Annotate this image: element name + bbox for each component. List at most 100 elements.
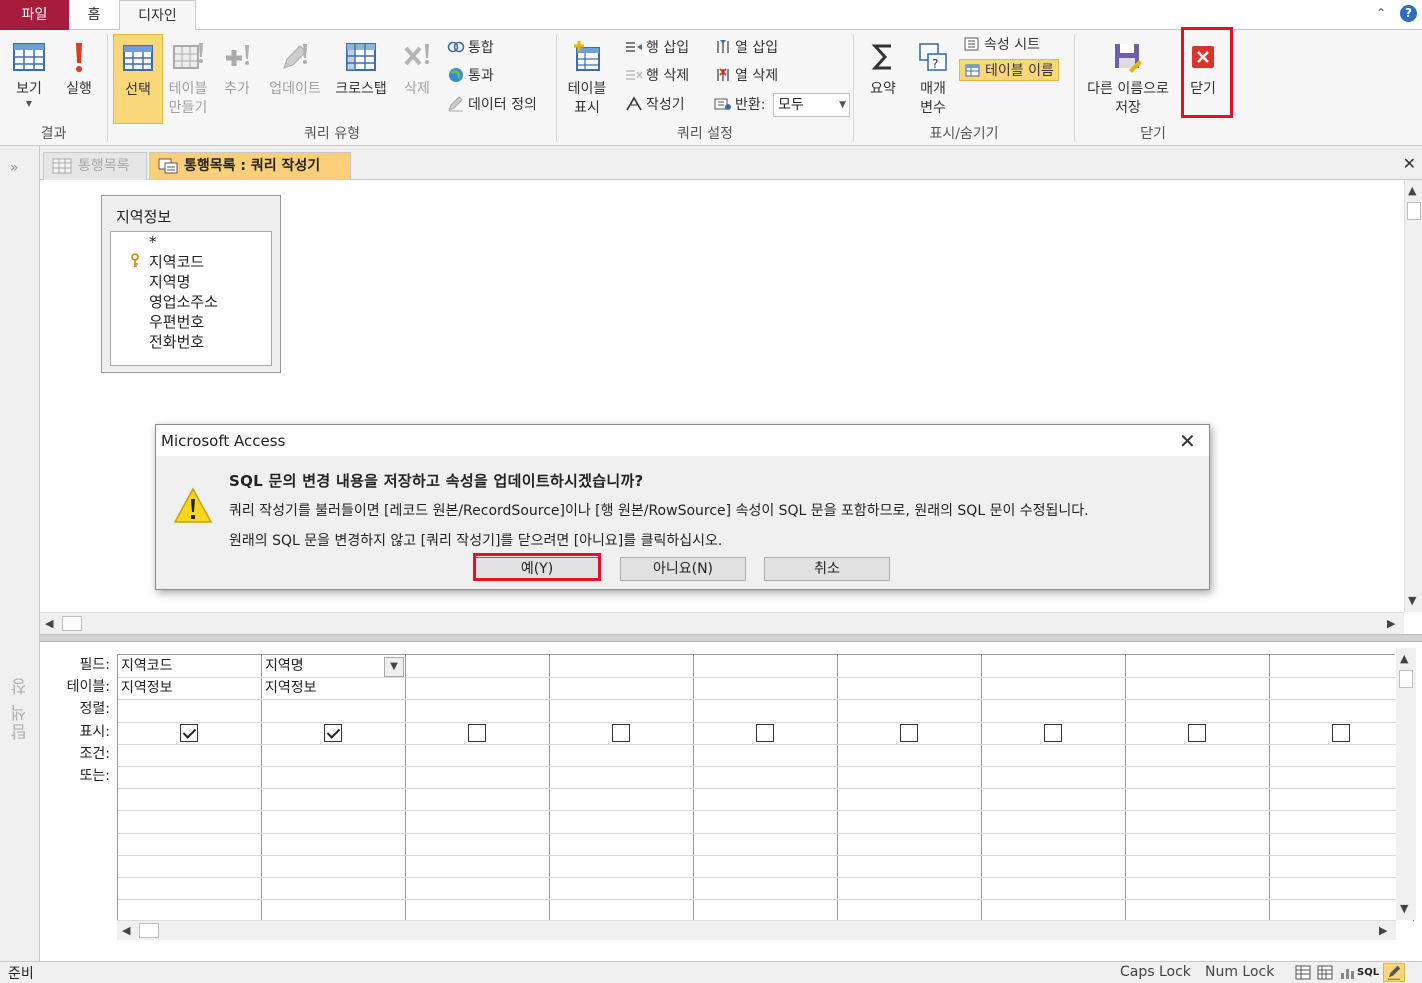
make-table-button[interactable]: 테이블 만들기 xyxy=(164,34,212,119)
show-table-button[interactable]: 테이블 표시 xyxy=(562,34,612,119)
exclamation-icon xyxy=(76,43,82,72)
help-icon[interactable]: ? xyxy=(1400,5,1417,22)
grid-cell-field-2[interactable]: 지역명 xyxy=(262,655,382,677)
show-checkbox[interactable] xyxy=(324,724,342,742)
query-icon xyxy=(158,158,178,174)
caps-lock-indicator: Caps Lock xyxy=(1120,964,1191,980)
field-list-item[interactable]: 영업소주소 xyxy=(149,292,218,312)
scroll-left-icon[interactable]: ◀ xyxy=(122,924,130,937)
field-list-window[interactable]: 지역정보 * 지역코드 지역명 영업소주소 우편번호 전화번호 xyxy=(101,195,281,373)
scrollbar-thumb[interactable] xyxy=(139,923,159,938)
doc-tab-table[interactable]: 통행목록 xyxy=(43,152,147,180)
grid-cell-table-1[interactable]: 지역정보 xyxy=(118,677,261,699)
append-button[interactable]: 추가 xyxy=(216,34,258,119)
row-label-show: 표시: xyxy=(79,723,110,740)
insert-columns-button[interactable]: 열 삽입 xyxy=(714,37,778,59)
show-checkbox[interactable] xyxy=(900,724,918,742)
grid-row-line xyxy=(118,810,1396,811)
delete-columns-button[interactable]: 열 삭제 xyxy=(714,65,778,87)
table-names-button[interactable]: 테이블 이름 xyxy=(959,59,1059,81)
upper-vertical-scrollbar[interactable]: ▲ ▼ xyxy=(1404,180,1422,612)
scrollbar-thumb[interactable] xyxy=(62,616,82,631)
data-definition-button[interactable]: 데이터 정의 xyxy=(447,94,537,116)
dialog-close-icon[interactable]: ✕ xyxy=(1179,429,1196,453)
property-sheet-button[interactable]: 속성 시트 xyxy=(963,34,1040,56)
scroll-down-icon[interactable]: ▼ xyxy=(1400,902,1408,915)
navigation-pane[interactable]: » 탐색 창 xyxy=(0,146,40,961)
cancel-button[interactable]: 취소 xyxy=(764,557,890,581)
row-label-table: 테이블: xyxy=(66,679,110,696)
delete-rows-button[interactable]: 행 삭제 xyxy=(625,65,689,87)
view-button[interactable]: 보기 ▼ xyxy=(8,34,50,119)
field-list-item[interactable]: 지역코드 xyxy=(149,252,204,272)
design-view-icon[interactable] xyxy=(1383,963,1405,982)
show-checkbox[interactable] xyxy=(756,724,774,742)
show-checkbox[interactable] xyxy=(1044,724,1062,742)
confirm-dialog: Microsoft Access ✕ SQL 문의 변경 내용을 저장하고 속성… xyxy=(155,424,1210,590)
tab-file[interactable]: 파일 xyxy=(0,0,69,30)
field-list-item[interactable]: 지역명 xyxy=(149,272,190,292)
datasheet-view-icon[interactable] xyxy=(1295,965,1311,980)
dialog-heading: SQL 문의 변경 내용을 저장하고 속성을 업데이트하시겠습니까? xyxy=(229,472,644,490)
grid-vertical-scrollbar[interactable]: ▲ ▼ xyxy=(1396,648,1416,920)
access-window: 파일 홈 디자인 ⌃ ? 보기 ▼ 실행 결과 선택 테이블 만들기 추가 업데… xyxy=(0,0,1422,983)
select-query-button[interactable]: 선택 xyxy=(113,34,163,124)
scroll-right-icon[interactable]: ▶ xyxy=(1379,924,1387,937)
show-checkbox[interactable] xyxy=(180,724,198,742)
field-list-title: 지역정보 xyxy=(116,208,172,226)
pane-splitter[interactable] xyxy=(40,634,1422,642)
make-table-icon xyxy=(173,43,203,69)
sql-view-icon[interactable]: SQL xyxy=(1357,967,1379,982)
scroll-up-icon[interactable]: ▲ xyxy=(1400,652,1408,665)
run-button[interactable]: 실행 xyxy=(58,34,100,119)
scrollbar-thumb[interactable] xyxy=(1399,670,1413,688)
tab-design[interactable]: 디자인 xyxy=(119,0,196,31)
field-list-item[interactable]: 전화번호 xyxy=(149,332,204,352)
scrollbar-thumb[interactable] xyxy=(1407,202,1421,220)
parameters-button[interactable]: ? 매개 변수 xyxy=(912,34,954,119)
show-checkbox[interactable] xyxy=(612,724,630,742)
scroll-right-icon[interactable]: ▶ xyxy=(1387,617,1395,630)
scroll-up-icon[interactable]: ▲ xyxy=(1408,184,1416,197)
grid-row-line xyxy=(118,766,1396,767)
chevron-down-icon[interactable]: ▼ xyxy=(384,657,404,677)
union-button[interactable]: 통합 xyxy=(447,37,494,59)
row-label-sort: 정렬: xyxy=(79,701,110,718)
no-button[interactable]: 아니요(N) xyxy=(620,557,746,581)
tab-home[interactable]: 홈 xyxy=(69,0,119,30)
show-checkbox[interactable] xyxy=(1188,724,1206,742)
return-values-combo[interactable]: 모두 ▼ xyxy=(773,93,850,117)
grid-cell-field-1[interactable]: 지역코드 xyxy=(118,655,261,677)
grid-horizontal-scrollbar[interactable]: ◀ ▶ xyxy=(117,920,1396,940)
field-list-item[interactable]: * xyxy=(149,232,157,252)
nav-pane-expand-icon[interactable]: » xyxy=(10,160,19,176)
data-definition-icon xyxy=(448,96,463,112)
insert-rows-button[interactable]: 행 삽입 xyxy=(625,37,689,59)
pivot-table-view-icon[interactable] xyxy=(1317,965,1333,980)
grid-cell-table-2[interactable]: 지역정보 xyxy=(262,677,405,699)
close-document-icon[interactable]: ✕ xyxy=(1403,154,1416,173)
totals-button[interactable]: 요약 xyxy=(862,34,904,119)
grid-row-line xyxy=(118,877,1396,878)
pass-through-button[interactable]: 통과 xyxy=(447,65,494,87)
collapse-ribbon-icon[interactable]: ⌃ xyxy=(1376,6,1392,22)
field-list-item[interactable]: 우편번호 xyxy=(149,312,204,332)
design-grid[interactable]: 지역코드 지역정보 지역명 ▼ 지역정보 xyxy=(117,654,1414,922)
upper-horizontal-scrollbar[interactable]: ◀ ▶ xyxy=(40,612,1404,634)
delete-query-button[interactable]: 삭제 xyxy=(396,34,438,119)
grid-row-line xyxy=(118,677,1396,678)
pivot-chart-view-icon[interactable] xyxy=(1339,965,1355,980)
update-button[interactable]: 업데이트 xyxy=(262,34,328,119)
doc-tab-query-builder[interactable]: 통행목록 : 쿼리 작성기 xyxy=(149,152,351,180)
show-checkbox[interactable] xyxy=(468,724,486,742)
scroll-down-icon[interactable]: ▼ xyxy=(1408,594,1416,607)
yes-button[interactable]: 예(Y) xyxy=(474,557,600,581)
builder-button[interactable]: 작성기 xyxy=(625,94,685,116)
dialog-title: Microsoft Access xyxy=(161,432,286,450)
show-checkbox[interactable] xyxy=(1332,724,1350,742)
primary-key-icon xyxy=(131,253,139,267)
datasheet-view-icon xyxy=(13,43,45,71)
scroll-left-icon[interactable]: ◀ xyxy=(45,617,53,630)
crosstab-button[interactable]: 크로스탭 xyxy=(330,34,392,119)
save-as-button[interactable]: 다른 이름으로 저장 xyxy=(1080,34,1176,119)
